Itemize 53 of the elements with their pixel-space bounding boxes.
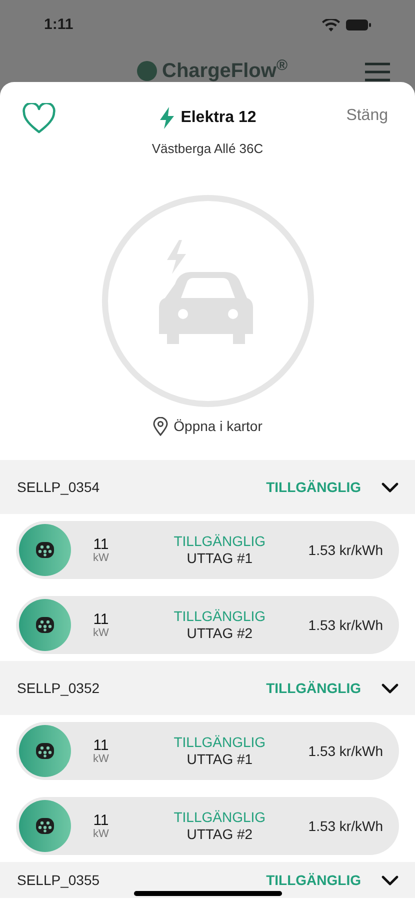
socket-icon bbox=[35, 541, 55, 559]
outlet-price: 1.53 kr/kWh bbox=[308, 816, 383, 836]
outlet-price: 1.53 kr/kWh bbox=[308, 742, 383, 760]
chevron-icon[interactable] bbox=[381, 482, 399, 492]
power-unit: kW bbox=[93, 754, 109, 764]
outlet-row[interactable]: 11 kW TILLGÄNGLIG UTTAG #2 1.53 kr/kWh bbox=[16, 596, 399, 654]
station-header[interactable]: SELLP_0354 TILLGÄNGLIG bbox=[0, 460, 415, 514]
outlet-status: TILLGÄNGLIG bbox=[174, 532, 266, 550]
power-unit: kW bbox=[93, 628, 109, 638]
logo-text: ChargeFlow$^{®}$ bbox=[162, 61, 288, 81]
power-value: 11 bbox=[93, 738, 109, 752]
heart-icon[interactable] bbox=[22, 103, 56, 135]
socket-icon bbox=[35, 616, 55, 634]
outlet-price: 1.53 kr/kWh bbox=[308, 616, 383, 634]
station-id: SELLP_0352 bbox=[17, 678, 100, 698]
outlet-status: TILLGÄNGLIG bbox=[174, 734, 266, 751]
station-address: Västberga Allé 36C bbox=[152, 140, 264, 158]
station-header[interactable]: SELLP_0352 TILLGÄNGLIG bbox=[0, 661, 415, 715]
battery-icon bbox=[346, 19, 371, 32]
outlet-name: UTTAG #1 bbox=[186, 751, 253, 768]
outlet-name: UTTAG #2 bbox=[186, 625, 253, 642]
chevron-icon[interactable] bbox=[381, 874, 399, 886]
station-status: TILLGÄNGLIG bbox=[266, 478, 361, 496]
menu-icon[interactable] bbox=[365, 62, 390, 82]
station-id: SELLP_0355 bbox=[17, 873, 100, 887]
logo-icon bbox=[136, 60, 158, 82]
power-value: 11 bbox=[93, 612, 109, 626]
outlet-name: UTTAG #1 bbox=[186, 550, 253, 568]
station-header[interactable]: SELLP_0355 TILLGÄNGLIG bbox=[0, 862, 415, 898]
chevron-icon[interactable] bbox=[381, 682, 399, 694]
outlet-row[interactable]: 11 kW TILLGÄNGLIG UTTAG #1 1.53 kr/kWh bbox=[16, 521, 399, 579]
close-button[interactable]: Stäng bbox=[346, 104, 388, 128]
station-id: SELLP_0354 bbox=[17, 478, 100, 497]
station-title: Elektra 12 bbox=[180, 108, 256, 128]
location-pin-icon bbox=[152, 416, 168, 436]
outlet-price: 1.53 kr/kWh bbox=[308, 540, 383, 560]
power-unit: kW bbox=[93, 552, 109, 564]
open-in-maps-link[interactable]: Öppna i kartor bbox=[152, 416, 262, 436]
outlet-status: TILLGÄNGLIG bbox=[174, 608, 266, 625]
outlet-row[interactable]: 11 kW TILLGÄNGLIG UTTAG #2 1.53 kr/kWh bbox=[16, 797, 399, 855]
power-value: 11 bbox=[93, 536, 109, 552]
socket-icon bbox=[35, 817, 55, 835]
socket-icon bbox=[35, 742, 55, 760]
station-status: TILLGÄNGLIG bbox=[266, 678, 361, 698]
power-unit: kW bbox=[93, 828, 109, 840]
outlet-name: UTTAG #2 bbox=[186, 826, 253, 844]
power-value: 11 bbox=[93, 812, 109, 828]
status-time: 1:11 bbox=[44, 15, 74, 35]
outlet-status: TILLGÄNGLIG bbox=[174, 808, 266, 826]
lightning-icon bbox=[158, 107, 175, 129]
wifi-icon bbox=[322, 18, 340, 32]
station-status: TILLGÄNGLIG bbox=[266, 873, 361, 887]
outlet-row[interactable]: 11 kW TILLGÄNGLIG UTTAG #1 1.53 kr/kWh bbox=[16, 722, 399, 780]
